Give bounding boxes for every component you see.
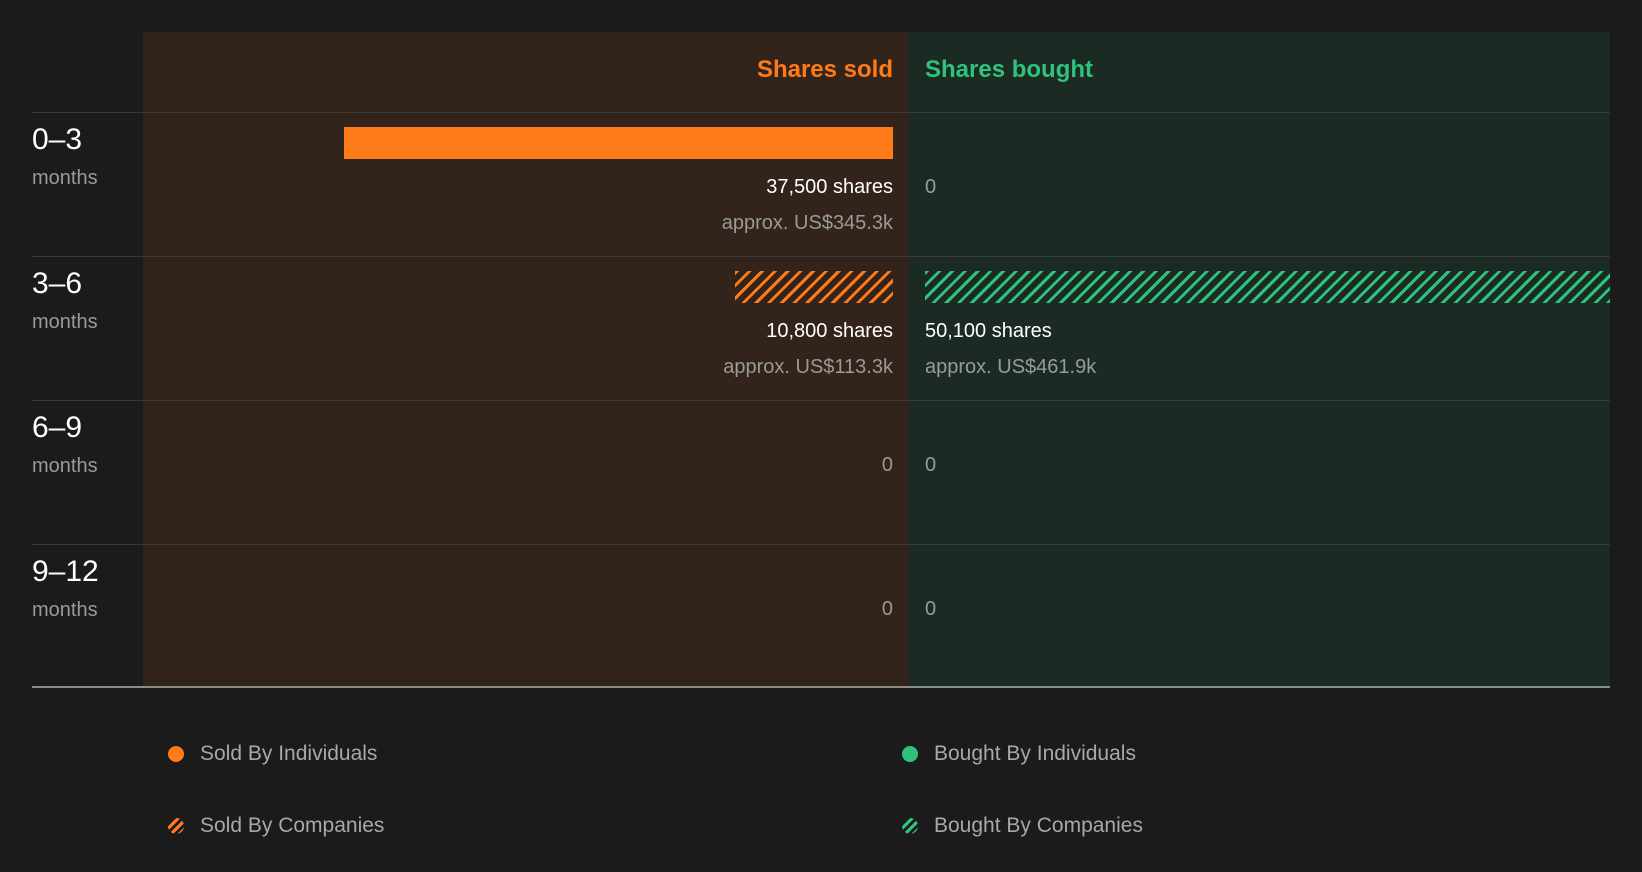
period-range: 9–12 (32, 555, 99, 588)
sold-shares: 0 (881, 454, 893, 476)
sold-shares: 37,500 shares (766, 176, 893, 198)
solid-swatch-icon (902, 746, 918, 762)
legend-item: Bought By Individuals (902, 742, 1136, 766)
bought-value: 0 (925, 172, 936, 202)
bought-shares: 0 (925, 454, 937, 476)
bought-shares: 0 (925, 176, 937, 198)
row-divider (32, 400, 1610, 401)
hatched-swatch-icon (168, 818, 184, 834)
sold-value: 0 (882, 594, 893, 624)
bought-shares: 50,100 shares (925, 320, 1052, 342)
period-unit: months (32, 311, 98, 333)
sold-value: 0 (882, 450, 893, 480)
period-label: 6–9 months (32, 410, 98, 480)
row-divider (32, 544, 1610, 545)
bought-value: 0 (925, 594, 936, 624)
solid-swatch-icon (168, 746, 184, 762)
period-unit: months (32, 599, 98, 621)
row-divider (32, 112, 1610, 113)
legend-label: Sold By Companies (200, 814, 385, 837)
period-unit: months (32, 455, 98, 477)
bought-value: 0 (925, 450, 936, 480)
sold-shares: 0 (881, 598, 893, 620)
bought-shares: 0 (925, 598, 937, 620)
sold-approx-value: approx. US$113.3k (723, 356, 893, 378)
period-range: 3–6 (32, 267, 83, 300)
bought-value: 50,100 shares approx. US$461.9k (925, 316, 1096, 382)
legend-item: Bought By Companies (902, 814, 1143, 838)
period-label: 9–12 months (32, 554, 99, 624)
chart-baseline (32, 686, 1610, 688)
hatched-swatch-icon (902, 818, 918, 834)
legend-label: Bought By Companies (934, 814, 1143, 837)
legend-label: Bought By Individuals (934, 742, 1136, 765)
period-range: 0–3 (32, 123, 83, 156)
shares-bought-header: Shares bought (925, 56, 1094, 83)
sold-bar (344, 127, 893, 159)
period-label: 0–3 months (32, 122, 98, 192)
period-unit: months (32, 167, 98, 189)
bought-bar (925, 271, 1610, 303)
bought-approx-value: approx. US$461.9k (925, 356, 1097, 378)
legend-item: Sold By Individuals (168, 742, 377, 766)
period-label: 3–6 months (32, 266, 98, 336)
sold-approx-value: approx. US$345.3k (721, 212, 893, 234)
shares-sold-header: Shares sold (756, 56, 893, 83)
sold-bar (734, 271, 893, 303)
period-range: 6–9 (32, 411, 83, 444)
legend-label: Sold By Individuals (200, 742, 378, 765)
sold-value: 37,500 shares approx. US$345.3k (722, 172, 893, 238)
row-divider (32, 256, 1610, 257)
sold-value: 10,800 shares approx. US$113.3k (723, 316, 893, 382)
legend-item: Sold By Companies (168, 814, 384, 838)
sold-shares: 10,800 shares (766, 320, 893, 342)
